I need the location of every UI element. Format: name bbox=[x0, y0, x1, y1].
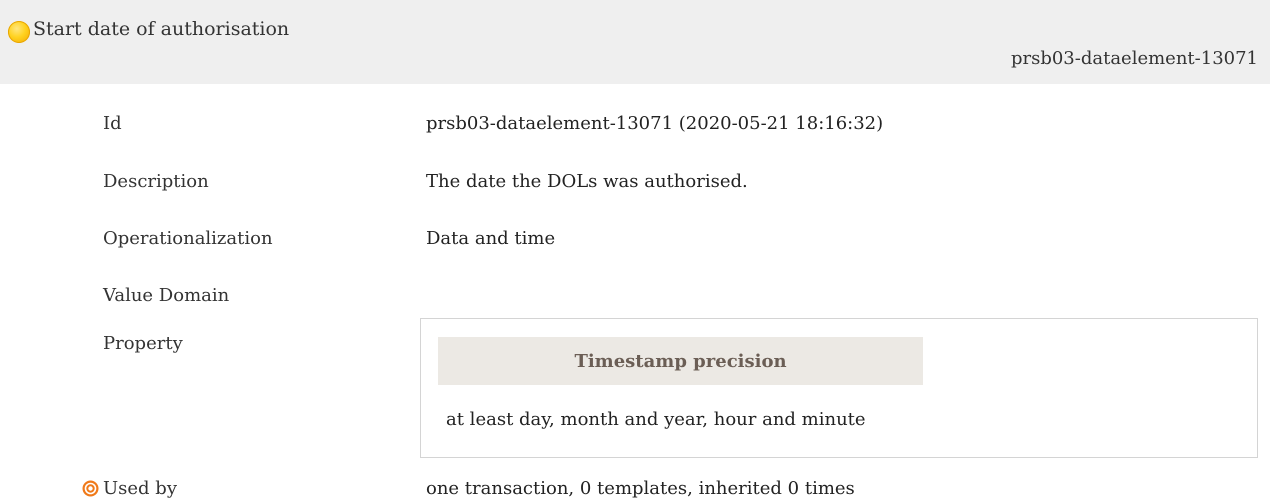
description-label: Description bbox=[103, 171, 209, 192]
operationalization-value: Data and time bbox=[426, 228, 556, 249]
id-value: prsb03-dataelement-13071 (2020-05-21 18:… bbox=[426, 113, 884, 134]
property-box: Timestamp precision at least day, month … bbox=[420, 318, 1258, 458]
page-title: Start date of authorisation bbox=[33, 18, 290, 40]
status-circle-icon bbox=[8, 21, 30, 43]
dataelement-header: Start date of authorisation prsb03-datae… bbox=[0, 0, 1270, 84]
id-label: Id bbox=[103, 113, 122, 134]
value-domain-label: Value Domain bbox=[103, 285, 230, 306]
property-header: Timestamp precision bbox=[438, 337, 923, 385]
description-value: The date the DOLs was authorised. bbox=[426, 171, 748, 192]
element-id: prsb03-dataelement-13071 bbox=[1010, 48, 1258, 69]
target-icon bbox=[82, 480, 99, 497]
property-value: at least day, month and year, hour and m… bbox=[446, 409, 866, 430]
used-by-label: Used by bbox=[103, 478, 177, 499]
operationalization-label: Operationalization bbox=[103, 228, 273, 249]
used-by-value: one transaction, 0 templates, inherited … bbox=[426, 478, 855, 499]
property-label: Property bbox=[103, 333, 183, 354]
